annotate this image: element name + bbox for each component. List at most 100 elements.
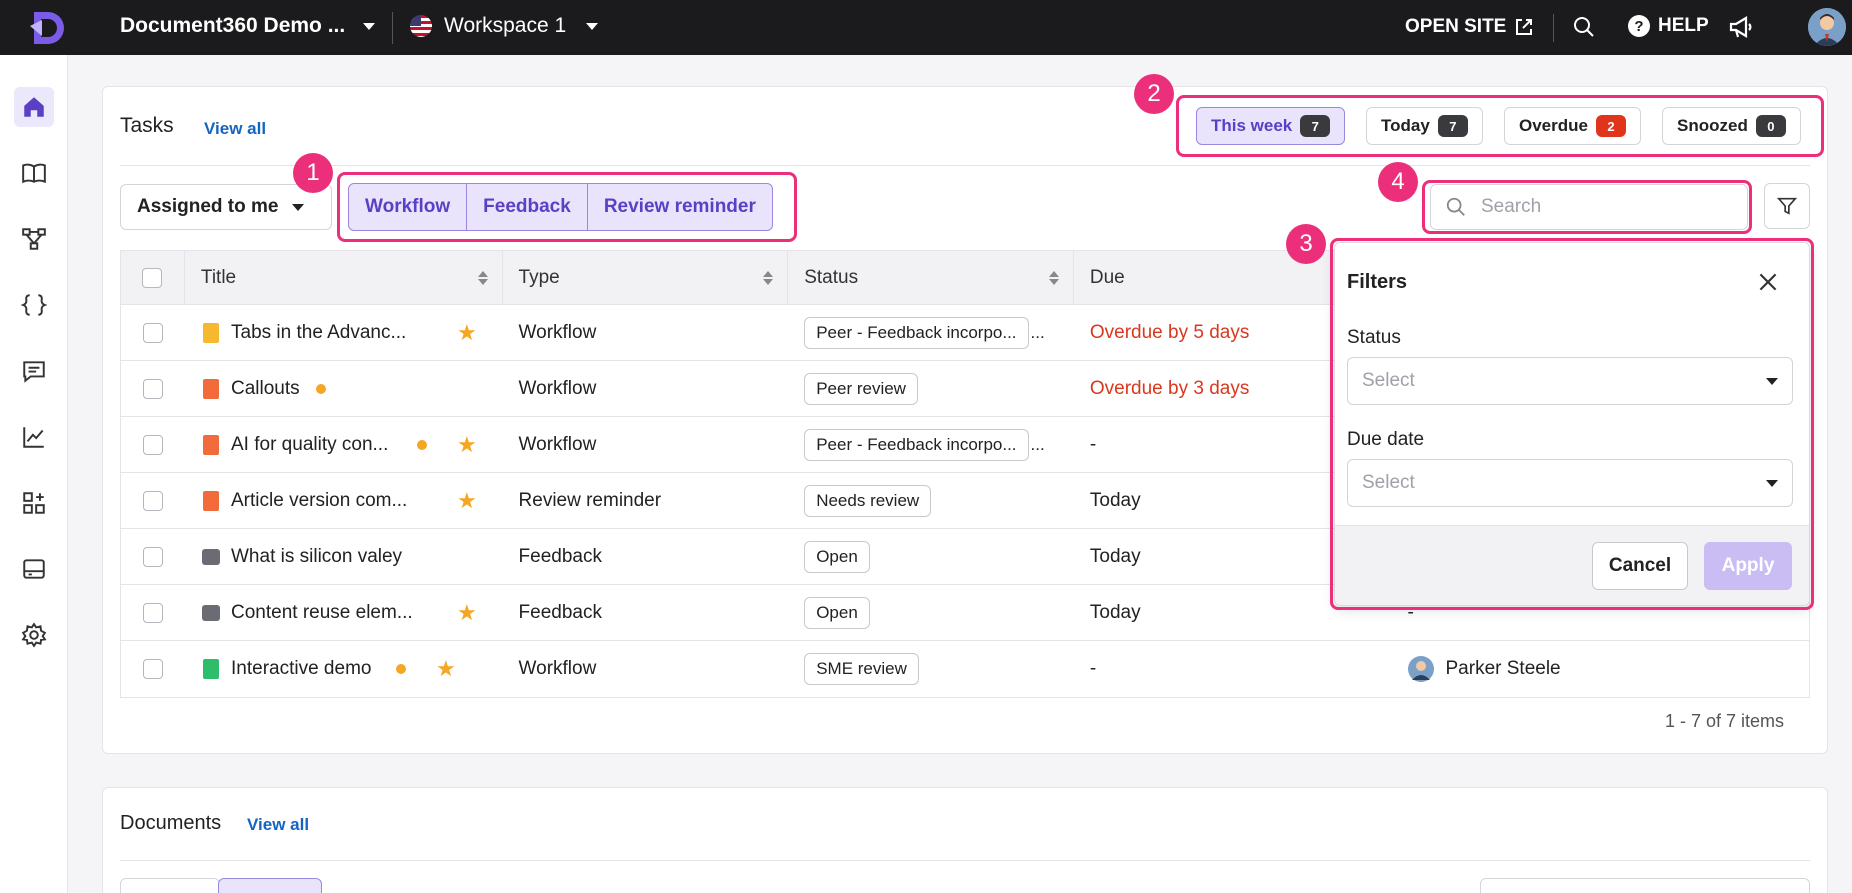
help-button[interactable]: ? HELP	[1628, 15, 1709, 37]
sidebar-item-documentation[interactable]	[14, 153, 54, 193]
type-review-reminder-button[interactable]: Review reminder	[588, 184, 772, 230]
status-cell: Open	[788, 529, 1074, 585]
article-icon	[203, 323, 219, 343]
workspace-name: Workspace 1	[444, 14, 567, 37]
open-site-link[interactable]: OPEN SITE	[1405, 16, 1534, 38]
period-label: Today	[1381, 116, 1430, 135]
assigned-filter-dropdown[interactable]: Assigned to me	[120, 184, 332, 230]
select-all-cell	[121, 250, 185, 305]
help-label: HELP	[1658, 15, 1709, 36]
period-snoozed-button[interactable]: Snoozed 0	[1662, 107, 1801, 145]
sidebar-item-widgets[interactable]	[14, 549, 54, 589]
row-checkbox[interactable]	[142, 434, 163, 455]
row-checkbox[interactable]	[142, 659, 163, 679]
filters-panel: Filters Status Select Due date Select Ca…	[1334, 242, 1810, 606]
row-checkbox[interactable]	[142, 322, 163, 343]
sort-icon	[1048, 270, 1059, 285]
row-checkbox-cell	[121, 417, 185, 473]
row-checkbox[interactable]	[142, 378, 163, 399]
close-icon[interactable]	[1755, 269, 1781, 295]
chevron-down-icon	[1766, 479, 1778, 487]
external-link-icon	[1516, 19, 1533, 35]
user-avatar[interactable]	[1808, 8, 1846, 46]
period-overdue-button[interactable]: Overdue 2	[1504, 107, 1641, 145]
type-cell: Workflow	[518, 377, 597, 399]
annotation-number-3: 3	[1286, 224, 1326, 264]
open-site-label: OPEN SITE	[1405, 16, 1507, 37]
task-type-segmented-control: Workflow Feedback Review reminder	[348, 183, 773, 231]
status-filter-select[interactable]: Select	[1347, 357, 1793, 405]
filter-funnel-icon	[1776, 197, 1798, 215]
sidebar-item-home[interactable]	[14, 87, 54, 127]
documents-view-all-link[interactable]: View all	[247, 815, 309, 835]
sidebar-item-api[interactable]	[14, 285, 54, 325]
filter-toggle-button[interactable]	[1764, 183, 1810, 229]
assignee-avatar	[1407, 656, 1434, 682]
documents-tab[interactable]	[120, 878, 220, 893]
chevron-down-icon	[292, 203, 305, 211]
project-selector[interactable]: Document360 Demo ...	[120, 14, 376, 38]
row-checkbox[interactable]	[142, 602, 163, 623]
task-title-link[interactable]: Article version com...	[231, 490, 407, 512]
article-icon	[203, 491, 219, 511]
sidebar-item-analytics[interactable]	[14, 417, 54, 457]
article-icon	[203, 435, 219, 455]
megaphone-icon[interactable]	[1728, 14, 1754, 40]
period-label: This week	[1211, 116, 1293, 135]
workspace-selector[interactable]: Workspace 1	[410, 14, 599, 38]
task-title-link[interactable]: Interactive demo	[231, 658, 371, 680]
task-title-link[interactable]: AI for quality con...	[231, 434, 388, 456]
select-all-checkbox[interactable]	[142, 267, 163, 288]
divider	[392, 12, 393, 44]
column-header-type[interactable]: Type	[503, 250, 789, 305]
type-cell: Review reminder	[518, 489, 662, 511]
column-label: Due	[1089, 266, 1125, 288]
annotation-number-2: 2	[1134, 74, 1174, 114]
period-label: Overdue	[1519, 116, 1588, 135]
due-date-filter-select[interactable]: Select	[1347, 459, 1793, 507]
table-row[interactable]: Interactive demo ★ Workflow SME review -…	[121, 641, 1809, 697]
task-title-link[interactable]: Content reuse elem...	[231, 602, 413, 624]
avatar-icon	[1808, 8, 1846, 46]
column-header-title[interactable]: Title	[185, 250, 503, 305]
search-icon[interactable]	[1572, 15, 1596, 39]
tasks-search-input[interactable]: Search	[1430, 184, 1748, 230]
sidebar-item-settings[interactable]	[14, 615, 54, 655]
cancel-button[interactable]: Cancel	[1592, 542, 1688, 590]
chevron-down-icon	[363, 22, 376, 30]
unsaved-dot-icon	[417, 440, 427, 450]
due-date-filter-label: Due date	[1347, 429, 1425, 450]
row-checkbox[interactable]	[142, 546, 163, 567]
settings-icon	[21, 622, 47, 648]
assignee-cell: Parker Steele	[1392, 641, 1810, 697]
home-icon	[24, 97, 44, 117]
sidebar-item-integrations[interactable]	[14, 483, 54, 523]
assignee-name: Parker Steele	[1445, 658, 1561, 679]
status-badge: Open	[804, 540, 870, 573]
status-badge: Open	[804, 596, 870, 629]
status-cell: Needs review	[788, 473, 1074, 529]
type-workflow-button[interactable]: Workflow	[349, 184, 468, 230]
status-filter-label: Status	[1347, 327, 1401, 348]
row-checkbox[interactable]	[142, 490, 163, 511]
period-today-button[interactable]: Today 7	[1366, 107, 1483, 145]
task-title-link[interactable]: Callouts	[231, 378, 300, 400]
sidebar-item-feedback[interactable]	[14, 351, 54, 391]
document360-logo-icon[interactable]	[28, 8, 68, 48]
filters-title: Filters	[1347, 271, 1408, 293]
task-title-link[interactable]: Tabs in the Advanc...	[231, 322, 406, 344]
period-this-week-button[interactable]: This week 7	[1196, 107, 1346, 145]
column-header-status[interactable]: Status	[788, 250, 1074, 305]
feedback-icon	[202, 549, 220, 565]
documents-title: Documents	[120, 812, 222, 834]
tasks-view-all-link[interactable]: View all	[204, 119, 266, 139]
type-feedback-button[interactable]: Feedback	[467, 184, 588, 230]
analytics-icon	[23, 427, 44, 448]
row-checkbox-cell	[121, 641, 185, 697]
documents-tab-active[interactable]	[218, 878, 322, 893]
apply-button[interactable]: Apply	[1704, 542, 1792, 590]
sidebar-item-workflow[interactable]	[14, 219, 54, 259]
task-title-link[interactable]: What is silicon valey	[231, 546, 402, 568]
type-cell: Feedback	[518, 545, 602, 567]
documents-search-input[interactable]	[1480, 878, 1810, 893]
